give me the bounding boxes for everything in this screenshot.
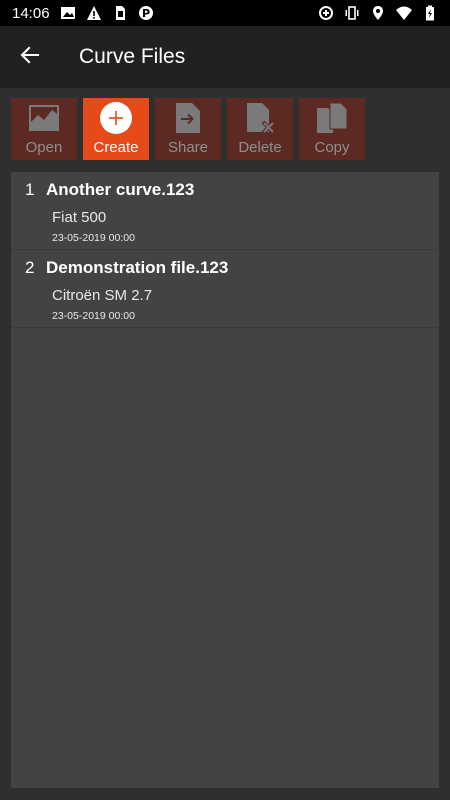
open-button[interactable]: Open: [11, 98, 77, 160]
item-date: 23-05-2019 00:00: [52, 310, 135, 322]
item-vehicle: Fiat 500: [52, 209, 107, 226]
back-button[interactable]: [0, 26, 60, 88]
copy-button[interactable]: Copy: [299, 98, 365, 160]
copy-label: Copy: [314, 139, 350, 156]
item-head: 1 Another curve.123: [25, 180, 439, 200]
wifi-icon: [396, 5, 412, 21]
delete-button[interactable]: Delete: [227, 98, 293, 160]
open-label: Open: [25, 139, 63, 156]
page-title: Curve Files: [79, 45, 186, 68]
status-time: 14:06: [12, 4, 50, 22]
vibrate-icon: [344, 5, 360, 21]
delete-label: Delete: [238, 139, 282, 156]
sim-card-icon: [112, 5, 128, 21]
share-button[interactable]: Share: [155, 98, 221, 160]
file-list: 1 Another curve.123 Fiat 500 23-05-2019 …: [11, 172, 439, 788]
item-date: 23-05-2019 00:00: [52, 232, 135, 244]
status-left: 14:06 P: [12, 5, 154, 22]
share-label: Share: [167, 139, 209, 156]
item-index: 1: [25, 180, 35, 199]
battery-charging-icon: [422, 5, 438, 21]
svg-text:P: P: [142, 7, 150, 20]
file-delete-icon: [243, 101, 277, 135]
warning-icon: [86, 5, 102, 21]
toolbar: Open Create Share Delete Copy: [11, 98, 365, 160]
chart-icon: [27, 101, 61, 135]
image-icon: [60, 5, 76, 21]
list-item[interactable]: 2 Demonstration file.123 Citroën SM 2.7 …: [11, 250, 439, 328]
list-item[interactable]: 1 Another curve.123 Fiat 500 23-05-2019 …: [11, 172, 439, 250]
item-vehicle: Citroën SM 2.7: [52, 287, 153, 304]
app-bar: Curve Files: [0, 26, 450, 88]
add-circle-icon: [99, 101, 133, 135]
create-label: Create: [93, 139, 139, 156]
status-right: [318, 5, 438, 21]
create-button[interactable]: Create: [83, 98, 149, 160]
item-filename: Another curve.123: [46, 180, 195, 199]
location-icon: [370, 5, 386, 21]
copy-files-icon: [315, 101, 349, 135]
parking-icon: P: [138, 5, 154, 21]
arrow-back-icon: [19, 44, 41, 71]
data-saver-icon: [318, 5, 334, 21]
item-head: 2 Demonstration file.123: [25, 258, 439, 278]
item-filename: Demonstration file.123: [46, 258, 229, 277]
status-bar: 14:06 P: [0, 0, 450, 26]
item-index: 2: [25, 258, 35, 277]
file-share-icon: [171, 101, 205, 135]
